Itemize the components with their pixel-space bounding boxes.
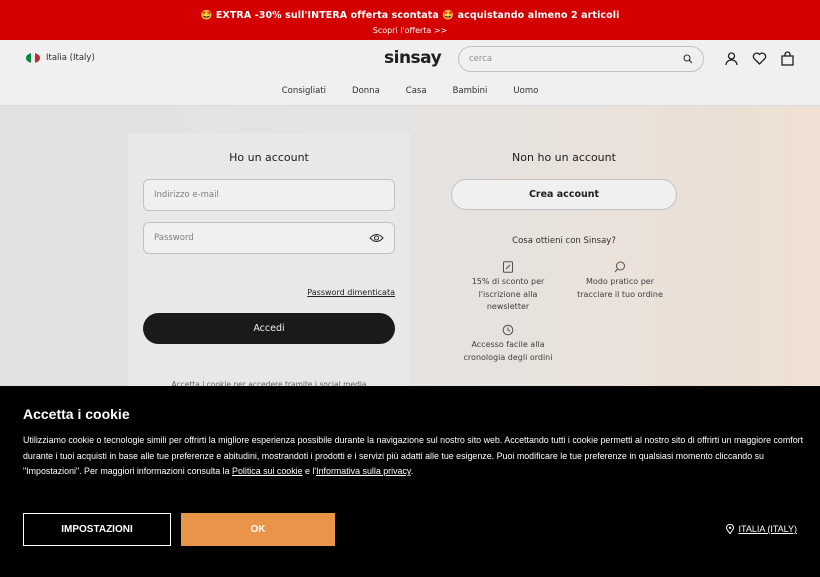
country-selector[interactable]: Italia (Italy) bbox=[26, 53, 95, 63]
heart-icon[interactable] bbox=[752, 51, 767, 66]
nav-item-consigliati[interactable]: Consigliati bbox=[282, 86, 326, 96]
cookie-text: Utilizziamo cookie o tecnologie simili p… bbox=[23, 433, 808, 480]
password-field[interactable] bbox=[143, 222, 395, 254]
email-field[interactable] bbox=[143, 179, 395, 211]
account-section: Ho un account Password dimenticata Acced… bbox=[0, 107, 820, 403]
benefit-text: Accesso facile alla cronologia degli ord… bbox=[463, 340, 553, 362]
main-nav: Consigliati Donna Casa Bambini Uomo bbox=[0, 86, 820, 96]
password-input[interactable] bbox=[154, 233, 369, 243]
benefits-question: Cosa ottieni con Sinsay? bbox=[512, 236, 616, 246]
email-input[interactable] bbox=[154, 190, 384, 200]
benefit-item: Modo pratico per tracciare il tuo ordine bbox=[570, 261, 670, 301]
promo-banner[interactable]: 🤩 EXTRA -30% sull'INTERA offerta scontat… bbox=[0, 0, 820, 40]
search-icon[interactable] bbox=[683, 54, 693, 64]
cookie-title: Accetta i cookie bbox=[23, 406, 130, 422]
login-title: Ho un account bbox=[229, 151, 309, 164]
benefit-item: 15% di sconto per l'iscrizione alla news… bbox=[458, 261, 558, 314]
cookie-ok-button[interactable]: OK bbox=[181, 513, 335, 546]
cookie-policy-link[interactable]: Politica sui cookie bbox=[232, 466, 303, 476]
nav-item-bambini[interactable]: Bambini bbox=[453, 86, 488, 96]
cookie-text-part: . bbox=[410, 466, 414, 476]
cookie-banner: Accetta i cookie Utilizziamo cookie o te… bbox=[0, 386, 820, 577]
cookie-country-label: ITALIA (ITALY) bbox=[738, 524, 797, 534]
nav-item-donna[interactable]: Donna bbox=[352, 86, 380, 96]
country-label: Italia (Italy) bbox=[46, 53, 95, 63]
cookie-text-part: e l' bbox=[302, 466, 317, 476]
site-header: Italia (Italy) sinsay Consigliati Donna … bbox=[0, 40, 820, 106]
promo-text: 🤩 EXTRA -30% sull'INTERA offerta scontat… bbox=[200, 10, 620, 21]
search-bar[interactable] bbox=[458, 46, 704, 72]
eye-icon[interactable] bbox=[369, 233, 384, 243]
history-icon bbox=[502, 324, 514, 336]
cookie-country-link[interactable]: ITALIA (ITALY) bbox=[726, 524, 797, 534]
register-panel: Non ho un account Crea account Cosa otti… bbox=[451, 133, 677, 403]
search-pin-icon bbox=[614, 261, 625, 273]
benefit-text: 15% di sconto per l'iscrizione alla news… bbox=[471, 277, 545, 311]
user-icon[interactable] bbox=[724, 51, 739, 66]
discount-icon bbox=[503, 261, 513, 273]
benefit-item: Accesso facile alla cronologia degli ord… bbox=[458, 324, 558, 364]
search-input[interactable] bbox=[469, 54, 683, 64]
cookie-settings-button[interactable]: IMPOSTAZIONI bbox=[23, 513, 171, 546]
login-button[interactable]: Accedi bbox=[143, 313, 395, 344]
location-pin-icon bbox=[726, 524, 735, 534]
cart-icon[interactable] bbox=[780, 51, 795, 66]
login-card: Ho un account Password dimenticata Acced… bbox=[128, 133, 410, 403]
logo[interactable]: sinsay bbox=[384, 48, 442, 68]
forgot-password-link[interactable]: Password dimenticata bbox=[307, 288, 395, 297]
nav-item-casa[interactable]: Casa bbox=[406, 86, 427, 96]
create-account-button[interactable]: Crea account bbox=[451, 179, 677, 210]
privacy-policy-link[interactable]: Informativa sulla privacy bbox=[316, 466, 411, 476]
promo-link[interactable]: Scopri l'offerta >> bbox=[0, 21, 820, 35]
italy-flag-icon bbox=[26, 53, 40, 63]
nav-item-uomo[interactable]: Uomo bbox=[513, 86, 538, 96]
register-title: Non ho un account bbox=[512, 151, 616, 164]
benefit-text: Modo pratico per tracciare il tuo ordine bbox=[577, 277, 663, 299]
